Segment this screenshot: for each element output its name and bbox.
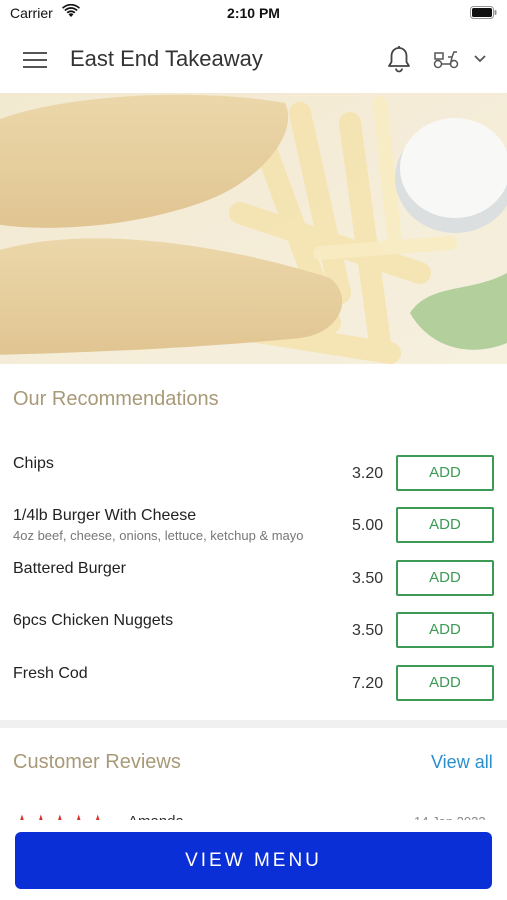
item-description: 4oz beef, cheese, onions, lettuce, ketch… xyxy=(13,528,304,543)
item-price: 3.50 xyxy=(352,622,384,639)
bottom-action-area: VIEW MENU xyxy=(0,820,507,900)
item-name: Battered Burger xyxy=(13,560,126,577)
recommendations-title: Our Recommendations xyxy=(13,388,219,410)
item-price: 3.20 xyxy=(352,465,384,482)
item-name: 6pcs Chicken Nuggets xyxy=(13,612,174,629)
item-name: Chips xyxy=(13,455,54,472)
view-menu-button[interactable]: VIEW MENU xyxy=(15,832,492,889)
item-name: 1/4lb Burger With Cheese xyxy=(13,507,197,524)
app-header: East End Takeaway xyxy=(0,26,507,93)
menu-icon[interactable] xyxy=(23,51,47,69)
battery-icon xyxy=(470,6,497,19)
menu-item-row: 6pcs Chicken Nuggets 3.50 ADD xyxy=(0,612,507,664)
status-time: 2:10 PM xyxy=(227,5,280,21)
add-button[interactable]: ADD xyxy=(396,612,494,648)
add-button[interactable]: ADD xyxy=(396,507,494,543)
view-all-reviews-link[interactable]: View all xyxy=(431,752,493,773)
menu-item-row: Battered Burger 3.50 ADD xyxy=(0,560,507,612)
status-bar: Carrier 2:10 PM xyxy=(0,0,507,26)
add-button[interactable]: ADD xyxy=(396,560,494,596)
add-button[interactable]: ADD xyxy=(396,455,494,491)
section-divider xyxy=(0,720,507,728)
add-button[interactable]: ADD xyxy=(396,665,494,701)
menu-item-row: 1/4lb Burger With Cheese 4oz beef, chees… xyxy=(0,507,507,559)
item-price: 5.00 xyxy=(352,517,384,534)
chevron-down-icon[interactable] xyxy=(473,54,487,64)
page-title: East End Takeaway xyxy=(70,46,263,71)
menu-item-row: Chips 3.20 ADD xyxy=(0,455,507,507)
item-price: 7.20 xyxy=(352,675,384,692)
fish-and-chips-photo xyxy=(0,93,507,364)
bell-icon[interactable] xyxy=(386,45,412,73)
reviews-title: Customer Reviews xyxy=(13,751,181,773)
hero-food-image xyxy=(0,93,507,364)
item-name: Fresh Cod xyxy=(13,665,88,682)
menu-item-row: Fresh Cod 7.20 ADD xyxy=(0,665,507,717)
item-price: 3.50 xyxy=(352,570,384,587)
delivery-scooter-icon[interactable] xyxy=(432,49,460,69)
